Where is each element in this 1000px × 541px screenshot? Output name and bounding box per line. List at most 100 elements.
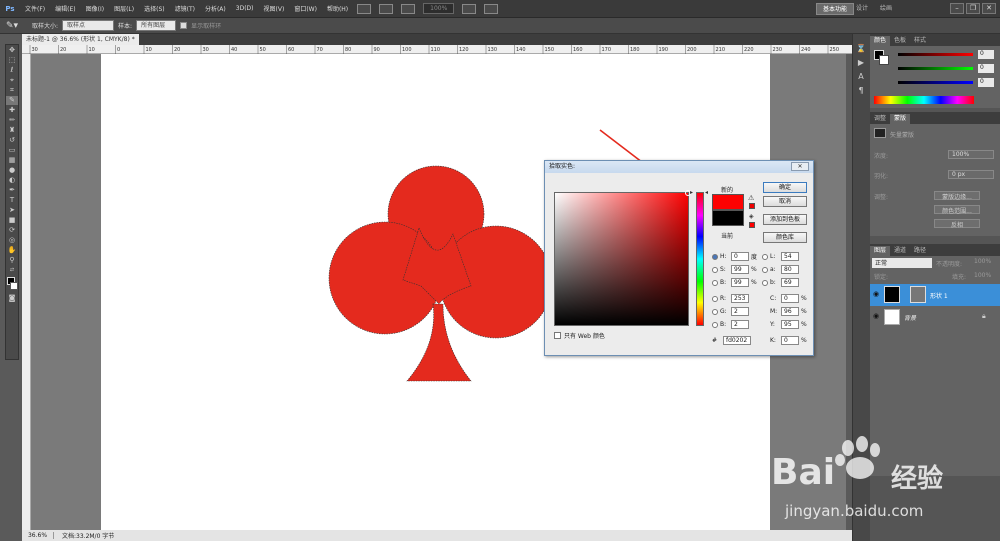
character-icon[interactable]: A bbox=[853, 70, 869, 84]
pen-tool-icon[interactable]: ✒ bbox=[6, 186, 18, 195]
3d-rotate-icon[interactable]: ⟳ bbox=[6, 226, 18, 235]
tab-paths[interactable]: 路径 bbox=[910, 246, 930, 256]
crop-tool-icon[interactable]: ⌗ bbox=[6, 86, 18, 95]
g-value[interactable]: 0 bbox=[978, 64, 994, 73]
eyedropper-tool-icon[interactable]: ✎▾ bbox=[6, 21, 28, 31]
radio-h[interactable] bbox=[712, 253, 718, 260]
dodge-tool-icon[interactable]: ◐ bbox=[6, 176, 18, 185]
menu-view[interactable]: 视图(V) bbox=[259, 4, 290, 13]
3d-camera-icon[interactable]: ◎ bbox=[6, 236, 18, 245]
healing-brush-icon[interactable]: ✚ bbox=[6, 106, 18, 115]
menu-window[interactable]: 窗口(W) bbox=[289, 4, 322, 13]
tab-color[interactable]: 颜色 bbox=[870, 36, 891, 46]
eyedropper-icon[interactable]: ✎ bbox=[6, 96, 18, 105]
swap-colors-icon[interactable]: ⇄ bbox=[6, 266, 18, 275]
quick-select-tool-icon[interactable]: ⌖ bbox=[6, 76, 18, 85]
density-value[interactable]: 100% bbox=[948, 150, 994, 159]
opacity-value[interactable]: 100% bbox=[974, 258, 991, 265]
input-blue[interactable]: 2 bbox=[731, 320, 749, 329]
hue-slider-handle-left[interactable]: ▸ bbox=[690, 189, 693, 196]
path-select-icon[interactable]: ➤ bbox=[6, 206, 18, 215]
layer-name[interactable]: 背景 bbox=[904, 313, 916, 322]
menu-select[interactable]: 选择(S) bbox=[139, 4, 170, 13]
tab-styles[interactable]: 样式 bbox=[910, 36, 930, 46]
input-s[interactable]: 99 bbox=[731, 265, 749, 274]
current-color-swatch[interactable] bbox=[712, 210, 744, 226]
hand-tool-icon[interactable]: ✋ bbox=[6, 246, 18, 255]
color-libraries-button[interactable]: 颜色库 bbox=[763, 232, 807, 243]
tab-layers[interactable]: 图层 bbox=[870, 246, 891, 256]
radio-r[interactable] bbox=[712, 295, 718, 302]
blend-mode-select[interactable]: 正常 bbox=[872, 258, 932, 268]
type-tool-icon[interactable]: T bbox=[6, 196, 18, 205]
radio-g[interactable] bbox=[712, 308, 718, 315]
add-to-swatches-button[interactable]: 添加到色板 bbox=[763, 214, 807, 225]
cancel-button[interactable]: 取消 bbox=[763, 196, 807, 207]
shape-tool-icon[interactable]: ■ bbox=[6, 216, 18, 225]
marquee-tool-icon[interactable]: ⬚ bbox=[6, 56, 18, 65]
bridge-icon[interactable] bbox=[357, 3, 372, 14]
tab-channels[interactable]: 通道 bbox=[890, 246, 910, 256]
quick-mask-icon[interactable]: ◙ bbox=[6, 294, 18, 303]
screen-mode-icon[interactable] bbox=[484, 3, 499, 14]
workspace-painting[interactable]: 绘画 bbox=[880, 3, 892, 14]
show-sampling-ring-checkbox[interactable] bbox=[180, 22, 188, 29]
input-a[interactable]: 80 bbox=[781, 265, 799, 274]
input-g[interactable]: 2 bbox=[731, 307, 749, 316]
menu-3d[interactable]: 3D(D) bbox=[231, 5, 259, 12]
input-l[interactable]: 54 bbox=[781, 252, 799, 261]
tab-swatches[interactable]: 色板 bbox=[890, 36, 910, 46]
arrange-docs-icon[interactable] bbox=[462, 3, 477, 14]
fill-value[interactable]: 100% bbox=[974, 272, 991, 279]
radio-a[interactable] bbox=[762, 266, 768, 273]
input-m[interactable]: 96 bbox=[781, 307, 799, 316]
input-r[interactable]: 253 bbox=[731, 294, 749, 303]
r-slider[interactable] bbox=[898, 53, 973, 56]
mask-edge-button[interactable]: 蒙版边缘... bbox=[934, 191, 980, 201]
hex-input[interactable]: fd0202 bbox=[723, 336, 751, 345]
workspace-design[interactable]: 设计 bbox=[856, 3, 868, 14]
history-brush-icon[interactable]: ↺ bbox=[6, 136, 18, 145]
restore-icon[interactable]: ❐ bbox=[966, 3, 980, 14]
input-c[interactable]: 0 bbox=[781, 294, 799, 303]
out-of-gamut-warning-icon[interactable]: ⚠ bbox=[748, 194, 754, 202]
layer-row-background[interactable]: ◉ 背景 🔒︎ bbox=[870, 307, 1000, 327]
background-color-swatch[interactable] bbox=[10, 282, 18, 290]
b-slider[interactable] bbox=[898, 81, 973, 84]
hue-slider-handle-right[interactable]: ◂ bbox=[705, 189, 708, 196]
eraser-tool-icon[interactable]: ▭ bbox=[6, 146, 18, 155]
tab-adjustments[interactable]: 调整 bbox=[870, 114, 890, 124]
input-h[interactable]: 0 bbox=[731, 252, 749, 261]
move-tool-icon[interactable]: ✥ bbox=[6, 46, 18, 55]
blur-tool-icon[interactable]: ● bbox=[6, 166, 18, 175]
actions-icon[interactable]: ▶ bbox=[853, 56, 869, 70]
history-icon[interactable]: ⌛ bbox=[853, 42, 869, 56]
layer-row-shape[interactable]: ◉ 形状 1 bbox=[870, 284, 1000, 306]
lasso-tool-icon[interactable]: ℓ bbox=[6, 66, 18, 75]
dialog-close-icon[interactable]: ✕ bbox=[791, 162, 809, 171]
input-lab-b[interactable]: 69 bbox=[781, 278, 799, 287]
sample-size-select[interactable]: 取样点 bbox=[62, 20, 115, 31]
view-extras-icon[interactable] bbox=[401, 3, 416, 14]
paragraph-icon[interactable]: ¶ bbox=[853, 84, 869, 98]
menu-file[interactable]: 文件(F) bbox=[20, 4, 50, 13]
ok-button[interactable]: 确定 bbox=[763, 182, 807, 193]
color-range-button[interactable]: 颜色范围... bbox=[934, 205, 980, 215]
workspace-essentials[interactable]: 基本功能 bbox=[816, 3, 855, 15]
menu-image[interactable]: 图像(I) bbox=[81, 4, 109, 13]
menu-edit[interactable]: 编辑(E) bbox=[50, 4, 80, 13]
web-safe-icon[interactable]: ◈ bbox=[749, 213, 754, 220]
radio-b[interactable] bbox=[712, 279, 718, 286]
radio-s[interactable] bbox=[712, 266, 718, 273]
input-y[interactable]: 95 bbox=[781, 320, 799, 329]
web-safe-color-chip[interactable] bbox=[749, 222, 755, 228]
layer-name[interactable]: 形状 1 bbox=[930, 291, 948, 300]
color-spectrum-bar[interactable] bbox=[874, 96, 974, 104]
radio-blue[interactable] bbox=[712, 321, 718, 328]
sample-select[interactable]: 所有图层 bbox=[136, 20, 177, 31]
invert-button[interactable]: 反相 bbox=[934, 219, 980, 229]
gradient-tool-icon[interactable]: ▦ bbox=[6, 156, 18, 165]
input-k[interactable]: 0 bbox=[781, 336, 799, 345]
zoom-tool-icon[interactable]: ⚲ bbox=[6, 256, 18, 265]
brush-tool-icon[interactable]: ✏ bbox=[6, 116, 18, 125]
